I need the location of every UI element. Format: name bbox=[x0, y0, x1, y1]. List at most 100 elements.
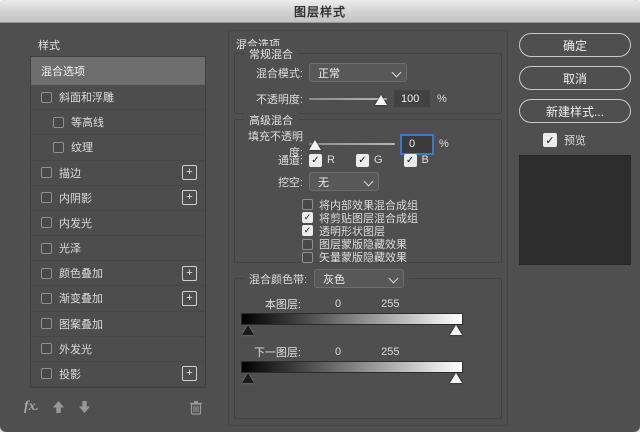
channel-r-checkbox[interactable] bbox=[309, 154, 322, 167]
add-effect-instance-button[interactable]: + bbox=[182, 291, 197, 306]
fill-opacity-slider-thumb[interactable] bbox=[309, 140, 321, 150]
effect-enable-checkbox[interactable] bbox=[53, 142, 64, 153]
effect-enable-checkbox[interactable] bbox=[41, 92, 52, 103]
effects-list-item-12[interactable]: 投影+ bbox=[31, 362, 205, 387]
effects-list-item-8[interactable]: 颜色叠加 + bbox=[31, 261, 205, 286]
dialog-body: 样式 混合选项斜面和浮雕等高线纹理描边+内阴影+内发光光泽颜色叠加+渐变叠加+图… bbox=[0, 23, 640, 432]
effect-item-label: 图案叠加 bbox=[59, 316, 103, 332]
channel-b: B bbox=[404, 154, 429, 167]
effect-enable-checkbox[interactable] bbox=[41, 343, 52, 354]
add-effect-instance-button[interactable]: + bbox=[182, 190, 197, 205]
new-style-button[interactable]: 新建样式... bbox=[519, 99, 631, 123]
knockout-select[interactable]: 无 bbox=[309, 172, 379, 191]
channel-g-checkbox[interactable] bbox=[356, 154, 369, 167]
this-layer-highlight-stop[interactable] bbox=[450, 325, 462, 335]
opacity-unit: % bbox=[437, 93, 447, 105]
effects-list-item-7[interactable]: 光泽 bbox=[31, 236, 205, 261]
effects-list-item-5[interactable]: 内阴影 + bbox=[31, 186, 205, 211]
channels-label: 通道: bbox=[241, 152, 303, 168]
ok-button[interactable]: 确定 bbox=[519, 33, 631, 57]
advanced-options: 将内部效果混合成组将剪贴图层混合成组透明形状图层图层蒙版隐藏效果矢量蒙版隐藏效果 bbox=[302, 198, 418, 264]
preview-swatch bbox=[519, 155, 631, 265]
underlying-layer-max: 255 bbox=[381, 346, 399, 358]
underlying-layer-shadow-stop[interactable] bbox=[242, 373, 254, 383]
preview-row: 预览 bbox=[543, 132, 631, 148]
this-layer-gradient-bar[interactable] bbox=[241, 313, 463, 325]
option-checkbox[interactable] bbox=[302, 239, 313, 250]
cancel-button[interactable]: 取消 bbox=[519, 66, 631, 90]
move-up-icon[interactable] bbox=[52, 400, 65, 414]
blend-if-channel-value: 灰色 bbox=[323, 271, 345, 287]
knockout-label: 挖空: bbox=[241, 174, 303, 190]
effects-list-item-11[interactable]: 外发光 bbox=[31, 337, 205, 362]
chevron-down-icon bbox=[364, 177, 374, 187]
this-layer-min: 0 bbox=[335, 298, 341, 310]
preview-checkbox[interactable] bbox=[543, 133, 557, 147]
underlying-layer-row: 下一图层: 0 255 bbox=[241, 344, 399, 360]
effect-item-label: 等高线 bbox=[71, 114, 104, 130]
layer-style-dialog: 图层样式 样式 混合选项斜面和浮雕等高线纹理描边+内阴影+内发光光泽颜色叠加+渐… bbox=[0, 0, 640, 432]
effects-list-item-3[interactable]: 纹理 bbox=[31, 135, 205, 160]
channels-row: 通道: RGB bbox=[241, 152, 450, 168]
add-effect-instance-button[interactable]: + bbox=[182, 366, 197, 381]
underlying-layer-highlight-stop[interactable] bbox=[450, 373, 462, 383]
advanced-option-4[interactable]: 矢量蒙版隐藏效果 bbox=[302, 251, 418, 264]
effect-enable-checkbox[interactable] bbox=[41, 217, 52, 228]
effect-item-label: 内发光 bbox=[59, 215, 92, 231]
channel-letter: G bbox=[374, 154, 383, 166]
opacity-slider[interactable] bbox=[309, 93, 387, 105]
effect-enable-checkbox[interactable] bbox=[53, 117, 64, 128]
advanced-blending-group: 高级混合 填充不透明度: 0 % 通道: RGB bbox=[234, 119, 502, 263]
effect-item-label: 颜色叠加 bbox=[59, 265, 103, 281]
effects-list-item-2[interactable]: 等高线 bbox=[31, 110, 205, 135]
option-checkbox[interactable] bbox=[302, 212, 313, 223]
effect-enable-checkbox[interactable] bbox=[41, 243, 52, 254]
option-checkbox[interactable] bbox=[302, 225, 313, 236]
move-down-icon[interactable] bbox=[78, 400, 91, 414]
blend-mode-select[interactable]: 正常 bbox=[309, 63, 407, 82]
underlying-layer-gradient-bar[interactable] bbox=[241, 361, 463, 373]
titlebar[interactable]: 图层样式 bbox=[0, 0, 640, 23]
effects-list-item-0[interactable]: 混合选项 bbox=[31, 57, 205, 85]
effects-list: 混合选项斜面和浮雕等高线纹理描边+内阴影+内发光光泽颜色叠加+渐变叠加+图案叠加… bbox=[30, 56, 206, 388]
effect-enable-checkbox[interactable] bbox=[41, 318, 52, 329]
effects-list-item-1[interactable]: 斜面和浮雕 bbox=[31, 85, 205, 110]
preview-label: 预览 bbox=[564, 132, 586, 148]
fill-opacity-slider[interactable] bbox=[309, 138, 395, 150]
effect-enable-checkbox[interactable] bbox=[41, 368, 52, 379]
slider-track bbox=[309, 143, 395, 145]
general-blending-legend: 常规混合 bbox=[244, 46, 298, 62]
this-layer-row: 本图层: 0 255 bbox=[241, 296, 399, 312]
add-effect-instance-button[interactable]: + bbox=[182, 266, 197, 281]
this-layer-shadow-stop[interactable] bbox=[242, 325, 254, 335]
option-checkbox[interactable] bbox=[302, 252, 313, 263]
effects-list-item-10[interactable]: 图案叠加 bbox=[31, 312, 205, 337]
opacity-label: 不透明度: bbox=[241, 91, 303, 107]
action-column: 确定 取消 新建样式... 预览 bbox=[519, 33, 631, 265]
fill-opacity-input[interactable]: 0 bbox=[402, 136, 432, 153]
effects-list-item-6[interactable]: 内发光 bbox=[31, 211, 205, 236]
option-checkbox[interactable] bbox=[302, 199, 313, 210]
effect-enable-checkbox[interactable] bbox=[41, 192, 52, 203]
blend-mode-label: 混合模式: bbox=[241, 65, 303, 81]
effect-item-label: 外发光 bbox=[59, 341, 92, 357]
effect-enable-checkbox[interactable] bbox=[41, 268, 52, 279]
opacity-input[interactable]: 100 bbox=[394, 90, 430, 107]
effects-list-item-9[interactable]: 渐变叠加+ bbox=[31, 286, 205, 311]
effect-item-label: 内阴影 bbox=[59, 190, 92, 206]
opacity-slider-thumb[interactable] bbox=[375, 95, 387, 105]
effect-item-label: 光泽 bbox=[59, 240, 81, 256]
fx-icon[interactable]: fx bbox=[24, 399, 39, 415]
trash-icon[interactable] bbox=[189, 400, 203, 415]
blend-if-channel-select[interactable]: 灰色 bbox=[314, 269, 404, 288]
blending-options-pane: 混合选项 常规混合 混合模式: 正常 不透明度: bbox=[228, 30, 508, 426]
effect-enable-checkbox[interactable] bbox=[41, 293, 52, 304]
advanced-blending-legend: 高级混合 bbox=[244, 112, 298, 128]
opacity-row: 不透明度: 100 % bbox=[241, 90, 447, 107]
effect-item-label: 纹理 bbox=[71, 139, 93, 155]
channel-b-checkbox[interactable] bbox=[404, 154, 417, 167]
effects-list-item-4[interactable]: 描边+ bbox=[31, 161, 205, 186]
effect-enable-checkbox[interactable] bbox=[41, 167, 52, 178]
add-effect-instance-button[interactable]: + bbox=[182, 165, 197, 180]
fill-opacity-unit: % bbox=[439, 138, 449, 150]
